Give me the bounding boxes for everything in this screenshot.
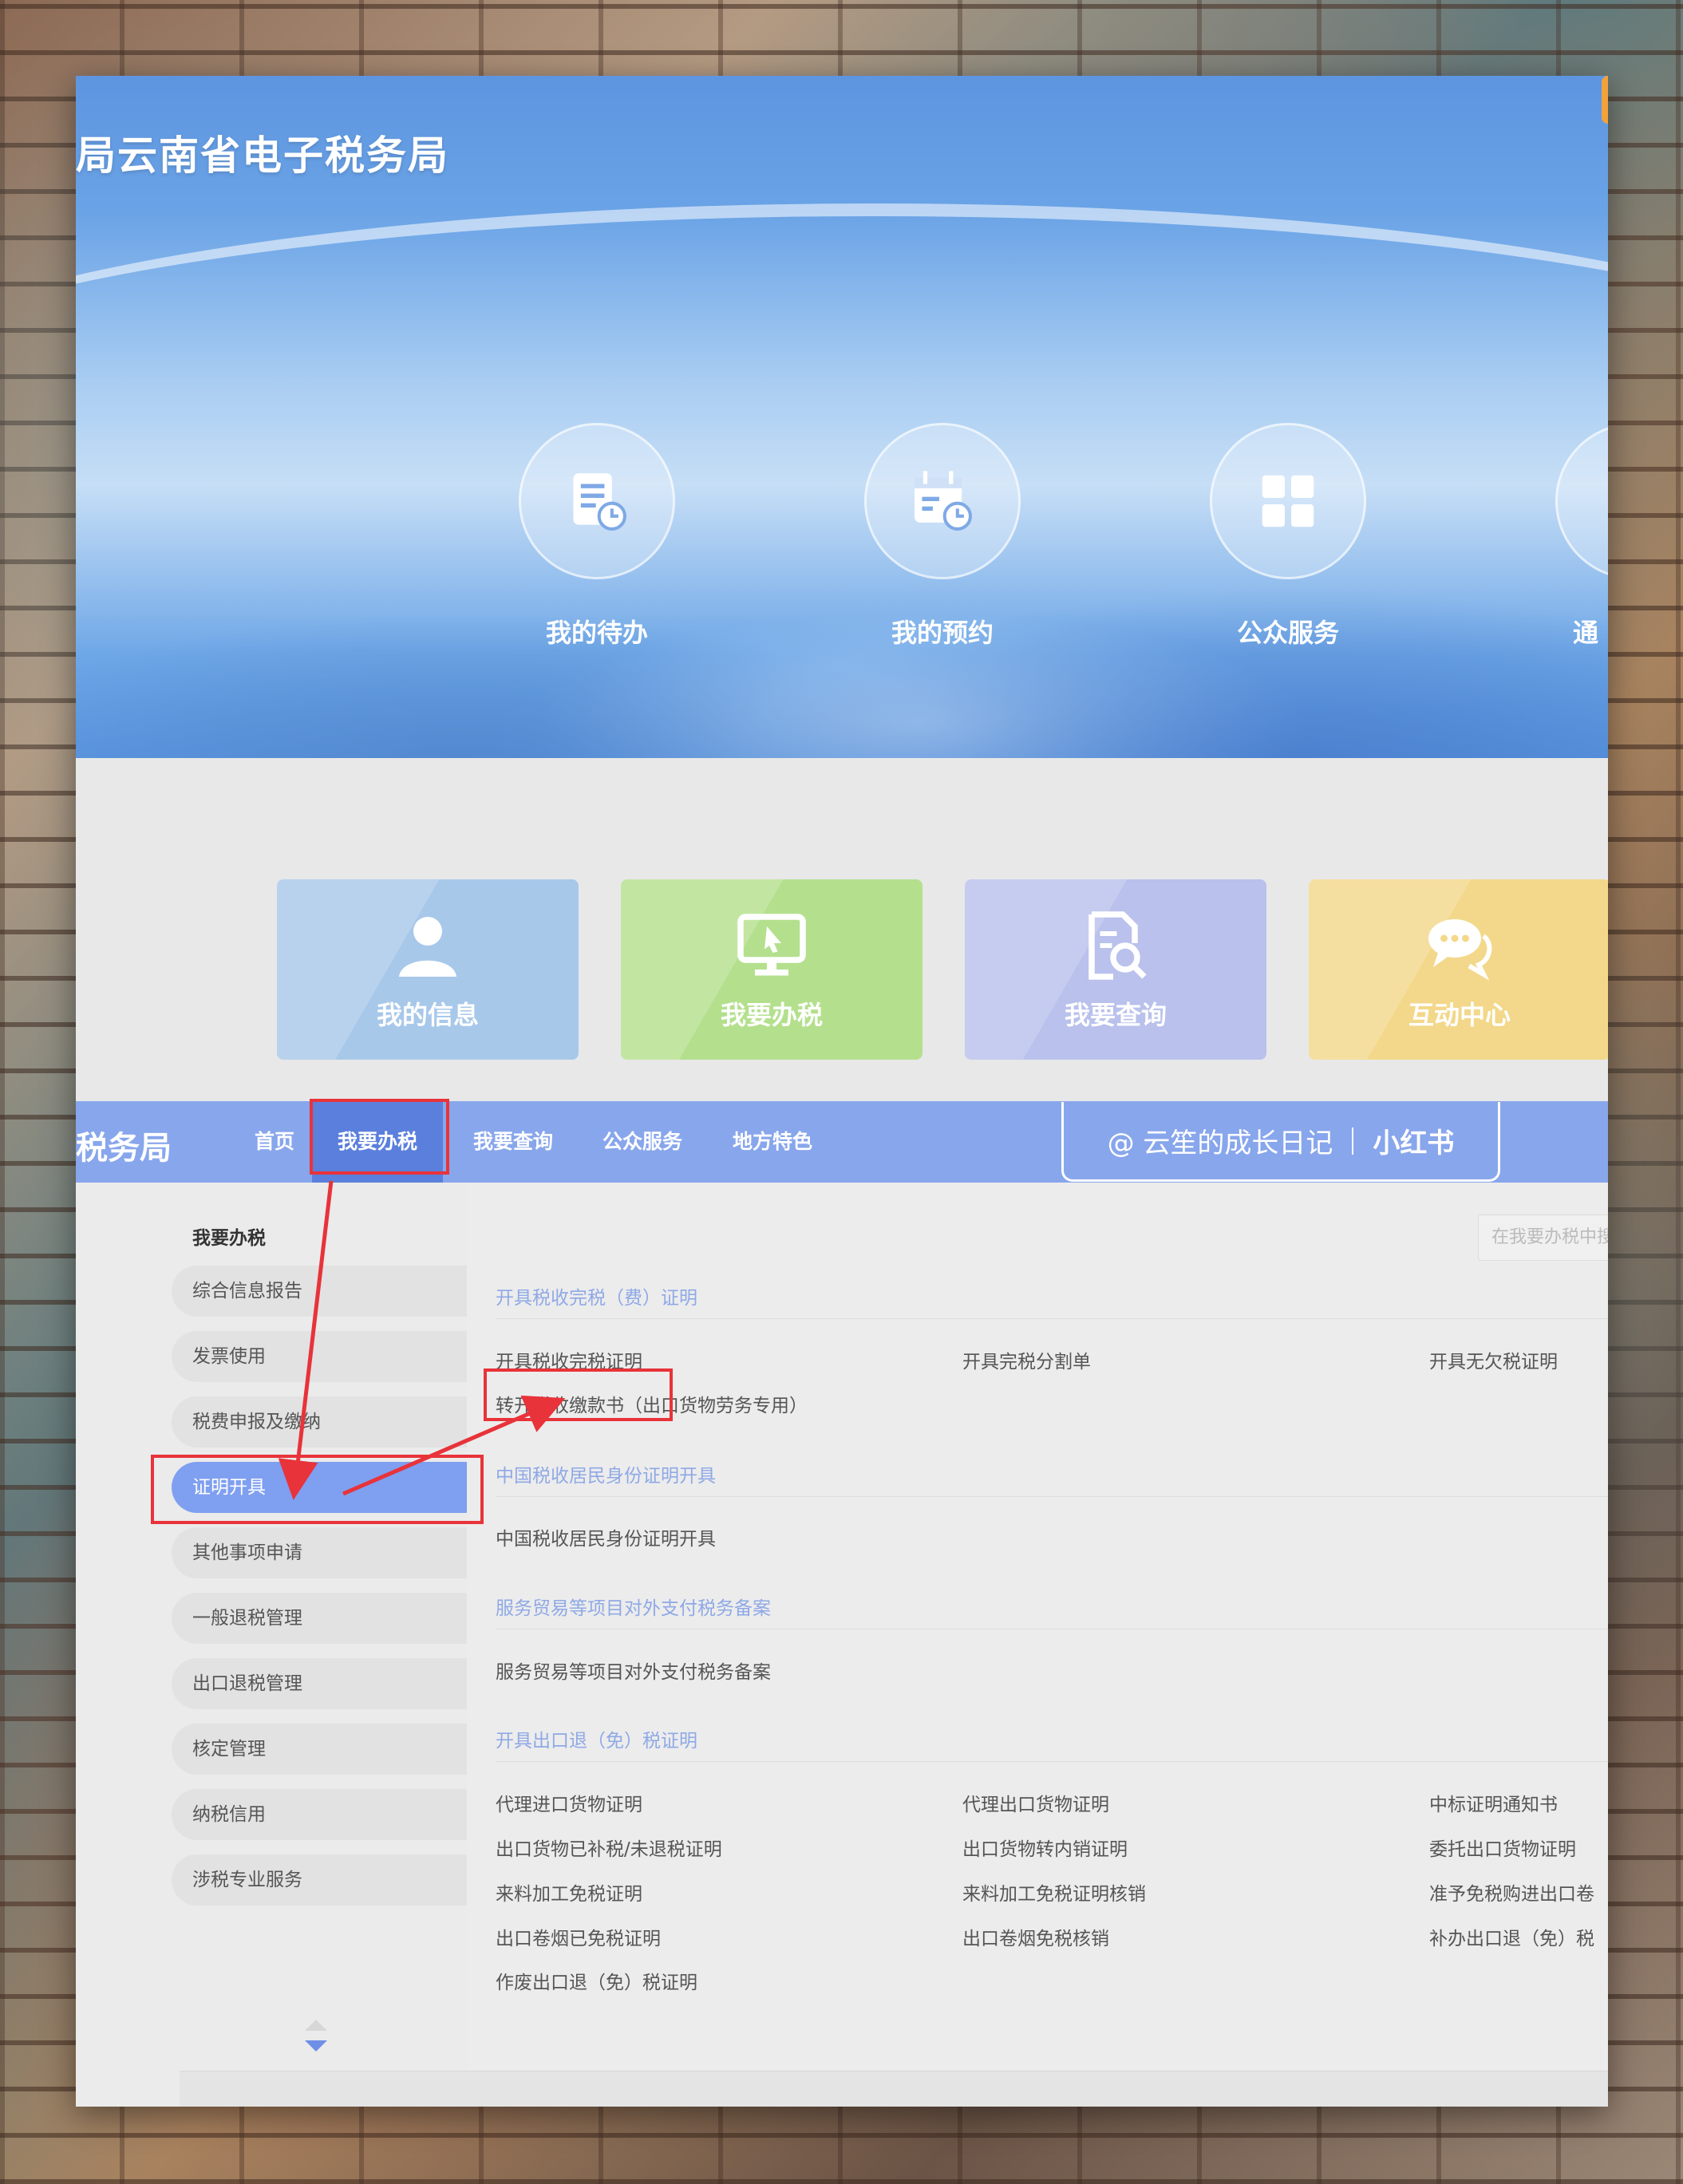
quick-public-service[interactable]: 公众服务 bbox=[1210, 423, 1366, 650]
link-export-cert[interactable]: 准予免税购进出口卷 bbox=[1429, 1878, 1594, 1906]
hero-banner: 局云南省电子税务局 我的待办 我的预约 公众服务 通 bbox=[76, 76, 1608, 758]
xiaohongshu-watermark: @ 云笙的成长日记 小红书 bbox=[1061, 1102, 1500, 1182]
section-title: 服务贸易等项目对外支付税务备案 bbox=[496, 1598, 771, 1619]
sidebar-item-general-report[interactable]: 综合信息报告 bbox=[172, 1266, 467, 1317]
notice-icon bbox=[1555, 423, 1608, 579]
nav-home[interactable]: 首页 bbox=[255, 1101, 294, 1183]
link-export-cert[interactable]: 出口卷烟已免税证明 bbox=[496, 1923, 661, 1950]
monitor-cursor-icon bbox=[737, 914, 806, 976]
sidebar-item-credit[interactable]: 纳税信用 bbox=[172, 1789, 467, 1840]
tile-query[interactable]: 我要查询 bbox=[965, 879, 1266, 1060]
sidebar-title: 我要办税 bbox=[192, 1228, 266, 1249]
annotation-box-nav bbox=[310, 1099, 449, 1175]
main-content: 在我要办税中搜 开具税收完税（费）证明 开具税收完税证明 开具完税分割单 开具无… bbox=[467, 1183, 1608, 2107]
screenshot-sheet: 局云南省电子税务局 我的待办 我的预约 公众服务 通 我的信息 我要办税 我要查… bbox=[76, 76, 1608, 2107]
quick-label: 我的待办 bbox=[545, 618, 648, 648]
calendar-clock-icon bbox=[864, 423, 1021, 579]
corner-badge bbox=[1602, 76, 1608, 124]
link-export-cert[interactable]: 委托出口货物证明 bbox=[1429, 1834, 1576, 1861]
grid-icon bbox=[1210, 423, 1366, 579]
tile-label: 我的信息 bbox=[376, 1000, 479, 1030]
tile-interaction-center[interactable]: 互动中心 bbox=[1309, 879, 1608, 1060]
tile-handle-tax[interactable]: 我要办税 bbox=[621, 879, 922, 1060]
watermark-text: @ 云笙的成长日记 bbox=[1107, 1128, 1333, 1159]
link-export-cert[interactable]: 来料加工免税证明核销 bbox=[962, 1878, 1146, 1906]
section-title: 开具税收完税（费）证明 bbox=[496, 1288, 697, 1309]
link-export-cert[interactable]: 代理出口货物证明 bbox=[962, 1789, 1109, 1816]
chat-bubbles-icon bbox=[1428, 919, 1492, 981]
sidebar: 我要办税 综合信息报告 发票使用 税费申报及缴纳 证明开具 其他事项申请 一般退… bbox=[76, 1183, 467, 2107]
link-tax-split[interactable]: 开具完税分割单 bbox=[962, 1346, 1091, 1373]
nav-local-feature[interactable]: 地方特色 bbox=[733, 1101, 812, 1183]
link-resident-cert[interactable]: 中国税收居民身份证明开具 bbox=[496, 1523, 716, 1550]
link-export-cert[interactable]: 出口卷烟免税核销 bbox=[962, 1923, 1109, 1950]
nav-brand: 税务局 bbox=[76, 1130, 172, 1167]
section-title: 开具出口退（免）税证明 bbox=[496, 1731, 697, 1752]
quick-label: 公众服务 bbox=[1236, 618, 1339, 648]
link-export-cert[interactable]: 代理进口货物证明 bbox=[496, 1789, 642, 1816]
nav-public-service[interactable]: 公众服务 bbox=[602, 1101, 682, 1183]
tile-label: 我要办税 bbox=[720, 1000, 823, 1030]
search-input[interactable]: 在我要办税中搜 bbox=[1478, 1214, 1608, 1261]
annotation-box-sidebar bbox=[151, 1455, 484, 1524]
link-export-cert[interactable]: 出口货物转内销证明 bbox=[962, 1834, 1128, 1861]
link-no-arrears-cert[interactable]: 开具无欠税证明 bbox=[1429, 1346, 1558, 1373]
quick-notice[interactable]: 通 bbox=[1555, 423, 1608, 650]
nav-query[interactable]: 我要查询 bbox=[473, 1101, 553, 1183]
quick-label: 我的预约 bbox=[891, 618, 994, 648]
sidebar-item-professional[interactable]: 涉税专业服务 bbox=[172, 1854, 467, 1906]
sidebar-item-invoice[interactable]: 发票使用 bbox=[172, 1331, 467, 1382]
doc-search-icon bbox=[1088, 911, 1147, 980]
section-divider bbox=[496, 1761, 1608, 1762]
sidebar-item-export-refund[interactable]: 出口退税管理 bbox=[172, 1658, 467, 1709]
watermark-brand: 小红书 bbox=[1373, 1128, 1455, 1159]
user-icon bbox=[399, 917, 456, 977]
bottom-bar bbox=[180, 2071, 1608, 2107]
section-divider bbox=[496, 1318, 1608, 1319]
watermark-divider bbox=[1352, 1127, 1354, 1155]
tile-label: 我要查询 bbox=[1064, 1000, 1167, 1030]
quick-my-appointment[interactable]: 我的预约 bbox=[864, 423, 1021, 650]
quick-label: 通 bbox=[1573, 618, 1599, 648]
link-export-cert[interactable]: 出口货物已补税/未退税证明 bbox=[496, 1834, 722, 1861]
sidebar-item-declaration[interactable]: 税费申报及缴纳 bbox=[172, 1396, 467, 1447]
link-export-cert[interactable]: 补办出口退（免）税 bbox=[1429, 1923, 1594, 1950]
link-export-cert[interactable]: 来料加工免税证明 bbox=[496, 1878, 642, 1906]
section-divider bbox=[496, 1496, 1608, 1497]
todo-doc-icon bbox=[519, 423, 675, 579]
tile-my-info[interactable]: 我的信息 bbox=[277, 879, 579, 1060]
sidebar-item-other-apply[interactable]: 其他事项申请 bbox=[172, 1527, 467, 1578]
quick-my-todo[interactable]: 我的待办 bbox=[519, 423, 675, 650]
banner-mountains bbox=[76, 423, 1608, 758]
link-export-cert[interactable]: 中标证明通知书 bbox=[1429, 1789, 1558, 1816]
sidebar-item-assessment[interactable]: 核定管理 bbox=[172, 1724, 467, 1775]
sidebar-item-general-refund[interactable]: 一般退税管理 bbox=[172, 1593, 467, 1644]
tile-label: 互动中心 bbox=[1408, 1000, 1511, 1030]
site-title: 局云南省电子税务局 bbox=[76, 132, 449, 179]
scroll-arrows-icon[interactable] bbox=[302, 2016, 330, 2055]
link-service-trade-record[interactable]: 服务贸易等项目对外支付税务备案 bbox=[496, 1657, 771, 1684]
annotation-box-link bbox=[484, 1368, 673, 1421]
section-title: 中国税收居民身份证明开具 bbox=[496, 1466, 716, 1487]
link-export-cert[interactable]: 作废出口退（免）税证明 bbox=[496, 1967, 697, 1994]
